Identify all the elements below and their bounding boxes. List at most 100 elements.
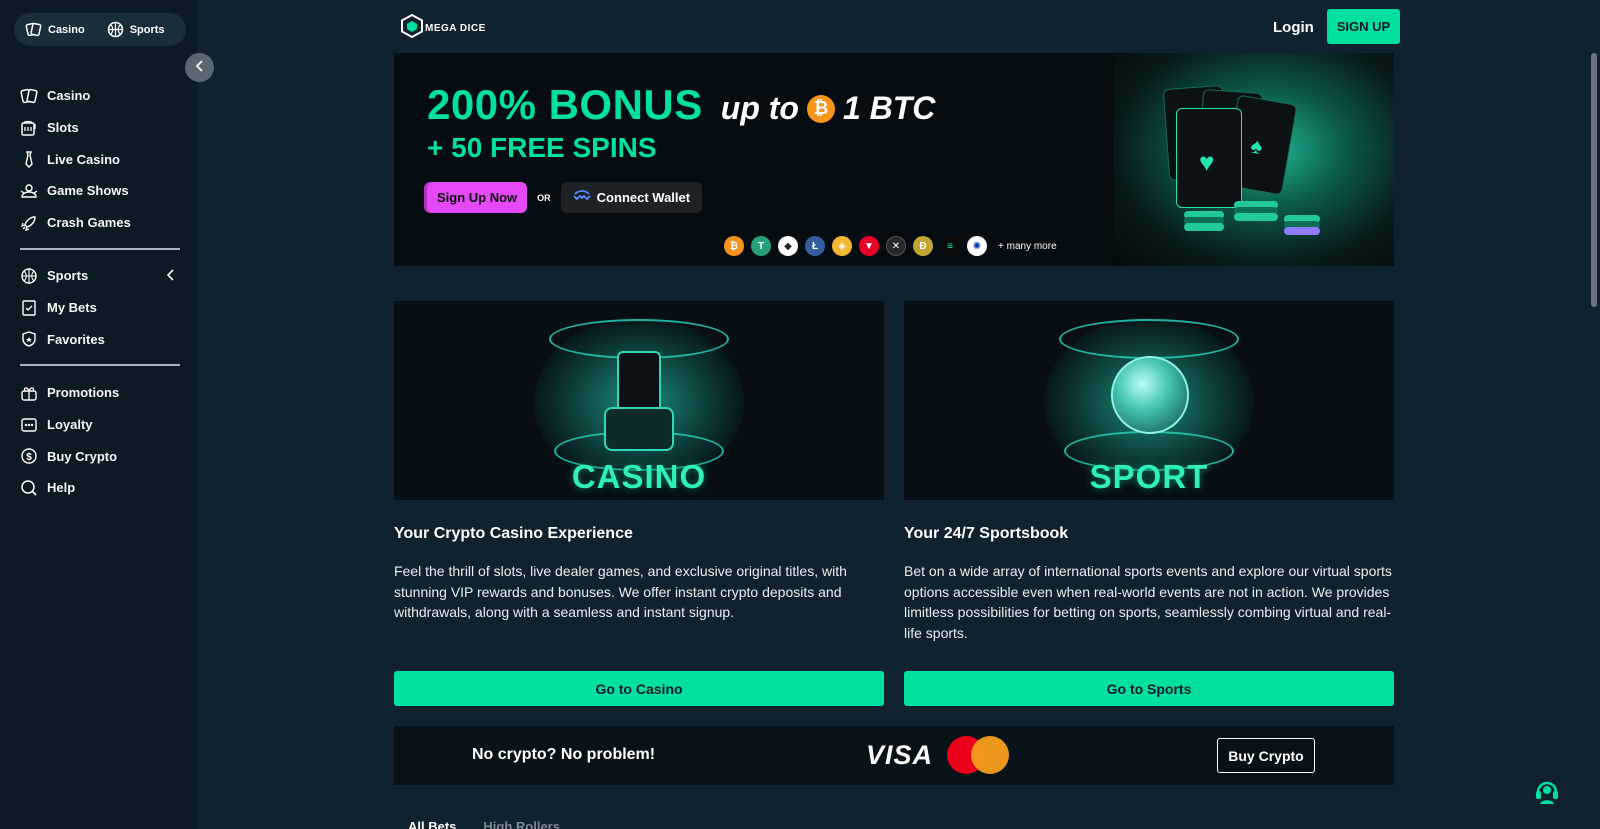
sign-up-now-button[interactable]: Sign Up Now [427, 182, 528, 213]
chip-stack-image [1184, 223, 1224, 231]
walletconnect-icon [573, 190, 591, 205]
crypto-coins-row: ₿ T ◆ Ł ◈ ▼ ✕ Ð ≡ ✺ + many more [724, 236, 1057, 256]
tie-icon [20, 150, 38, 169]
favorites-shield-icon [20, 330, 38, 348]
nav-group-casino: Casino Slots Live Casino Game Shows Cras… [20, 80, 180, 238]
scrollbar-thumb[interactable] [1591, 53, 1597, 307]
hero-banner[interactable]: ♠ ♠ ♠ ♥ 200% BONUS up to ₿ 1 BTC + 50 FR… [394, 53, 1394, 266]
nav-group-sports: Sports My Bets Favorites [20, 260, 180, 355]
signup-button[interactable]: SIGN UP [1327, 9, 1400, 44]
collapse-sidebar-button[interactable] [185, 53, 214, 82]
tab-all-bets[interactable]: All Bets [408, 819, 456, 829]
basketball-icon [107, 21, 124, 38]
sidebar-item-game-shows[interactable]: Game Shows [20, 175, 180, 207]
sidebar-item-loyalty[interactable]: Loyalty [20, 409, 180, 441]
mode-casino-label: Casino [48, 23, 85, 36]
game-show-icon [20, 182, 38, 200]
soccer-ball-image [1111, 356, 1189, 434]
or-label: OR [537, 192, 551, 203]
sidebar-item-live-casino[interactable]: Live Casino [20, 143, 180, 175]
casino-feature-image[interactable]: CASINO [394, 301, 884, 500]
sidebar-item-label: Buy Crypto [47, 448, 118, 464]
cardano-icon: ✺ [967, 236, 987, 256]
connect-wallet-button[interactable]: Connect Wallet [560, 182, 703, 213]
sidebar-item-label: My Bets [47, 300, 97, 316]
ace-card-image: ♥ [1176, 108, 1242, 208]
sidebar-item-slots[interactable]: Slots [20, 112, 180, 144]
chevron-left-icon[interactable] [166, 269, 176, 284]
mastercard-logo [947, 736, 1011, 774]
rocket-icon [20, 214, 38, 232]
btc-amount: 1 BTC [842, 90, 936, 126]
loyalty-icon [20, 416, 38, 434]
sidebar-item-label: Promotions [47, 385, 120, 401]
xrp-icon: ✕ [886, 236, 906, 256]
sidebar-item-promotions[interactable]: Promotions [20, 377, 180, 409]
sidebar-item-label: Sports [47, 268, 89, 284]
up-to-text: up to ₿ 1 BTC [721, 90, 936, 127]
no-crypto-text: No crypto? No problem! [472, 746, 656, 763]
gift-icon [20, 384, 38, 402]
logo[interactable]: MEGA DICE [401, 13, 486, 43]
casino-feature: CASINO Your Crypto Casino Experience Fee… [394, 301, 884, 623]
bitcoin-icon: ₿ [806, 94, 835, 123]
mode-sports-button[interactable]: Sports [96, 13, 176, 46]
mode-casino-button[interactable]: Casino [14, 13, 96, 46]
chip-stack-image [1284, 227, 1320, 235]
go-to-sports-button[interactable]: Go to Sports [904, 671, 1394, 706]
free-spins-text: + 50 FREE SPINS [427, 132, 657, 163]
tron-icon: ▼ [859, 236, 879, 256]
buy-crypto-button[interactable]: Buy Crypto [1217, 738, 1315, 773]
litecoin-icon: Ł [805, 236, 825, 256]
headset-icon [1533, 781, 1561, 809]
casino-icon [25, 21, 42, 38]
sidebar-item-label: Crash Games [47, 215, 131, 231]
basketball-icon [20, 267, 38, 285]
connect-wallet-label: Connect Wallet [596, 190, 691, 205]
slot-machine-image [604, 407, 674, 451]
bonus-text: 200% BONUS [427, 81, 703, 128]
support-chat-button[interactable] [1533, 777, 1561, 805]
sidebar-item-label: Casino [47, 88, 91, 104]
sidebar-divider [20, 364, 180, 366]
dogecoin-icon: Ð [913, 236, 933, 256]
bet-slip-icon [20, 299, 38, 317]
bets-tabs: All Bets High Rollers [408, 819, 560, 829]
bitcoin-icon: ₿ [724, 236, 744, 256]
heart-icon: ♥ [1199, 147, 1215, 177]
sidebar-item-label: Help [47, 480, 76, 496]
sidebar-item-buy-crypto[interactable]: $ Buy Crypto [20, 440, 180, 472]
go-to-casino-button[interactable]: Go to Casino [394, 671, 884, 706]
spade-icon: ♠ [1248, 132, 1265, 160]
sidebar-item-label: Game Shows [47, 183, 129, 199]
ethereum-icon: ◆ [778, 236, 798, 256]
chevron-left-icon [195, 59, 205, 77]
slot-machine-icon [20, 119, 38, 137]
sidebar-item-sports[interactable]: Sports [20, 260, 180, 292]
casino-feature-title: Your Crypto Casino Experience [394, 525, 633, 542]
sidebar-item-label: Favorites [47, 331, 105, 347]
tab-high-rollers[interactable]: High Rollers [483, 819, 560, 829]
sidebar-item-crash-games[interactable]: Crash Games [20, 207, 180, 239]
sport-feature-description: Bet on a wide array of international spo… [904, 563, 1392, 641]
sidebar: Casino Sports Casino Slots Live Casino G… [0, 0, 199, 829]
sidebar-item-help[interactable]: Help [20, 472, 180, 504]
sport-feature-image[interactable]: SPORT [904, 301, 1394, 500]
sidebar-item-casino[interactable]: Casino [20, 80, 180, 112]
payment-strip: No crypto? No problem! VISA Buy Crypto [394, 726, 1394, 785]
casino-icon [20, 87, 38, 105]
search-icon [20, 479, 38, 497]
login-link[interactable]: Login [1273, 19, 1314, 36]
sidebar-item-label: Slots [47, 120, 79, 136]
casino-word: CASINO [571, 458, 707, 495]
sport-feature: SPORT Your 24/7 Sportsbook Bet on a wide… [904, 301, 1394, 643]
sidebar-item-my-bets[interactable]: My Bets [20, 292, 180, 324]
tether-icon: T [751, 236, 771, 256]
up-to-label: up to [720, 90, 799, 126]
sidebar-item-favorites[interactable]: Favorites [20, 323, 180, 355]
nav-group-more: Promotions Loyalty $ Buy Crypto Help [20, 377, 180, 504]
mastercard-yellow-circle [971, 736, 1009, 774]
hero-cards-art: ♠ ♠ ♠ ♥ [1114, 53, 1394, 266]
visa-logo: VISA [866, 740, 934, 770]
sidebar-divider [20, 248, 180, 250]
